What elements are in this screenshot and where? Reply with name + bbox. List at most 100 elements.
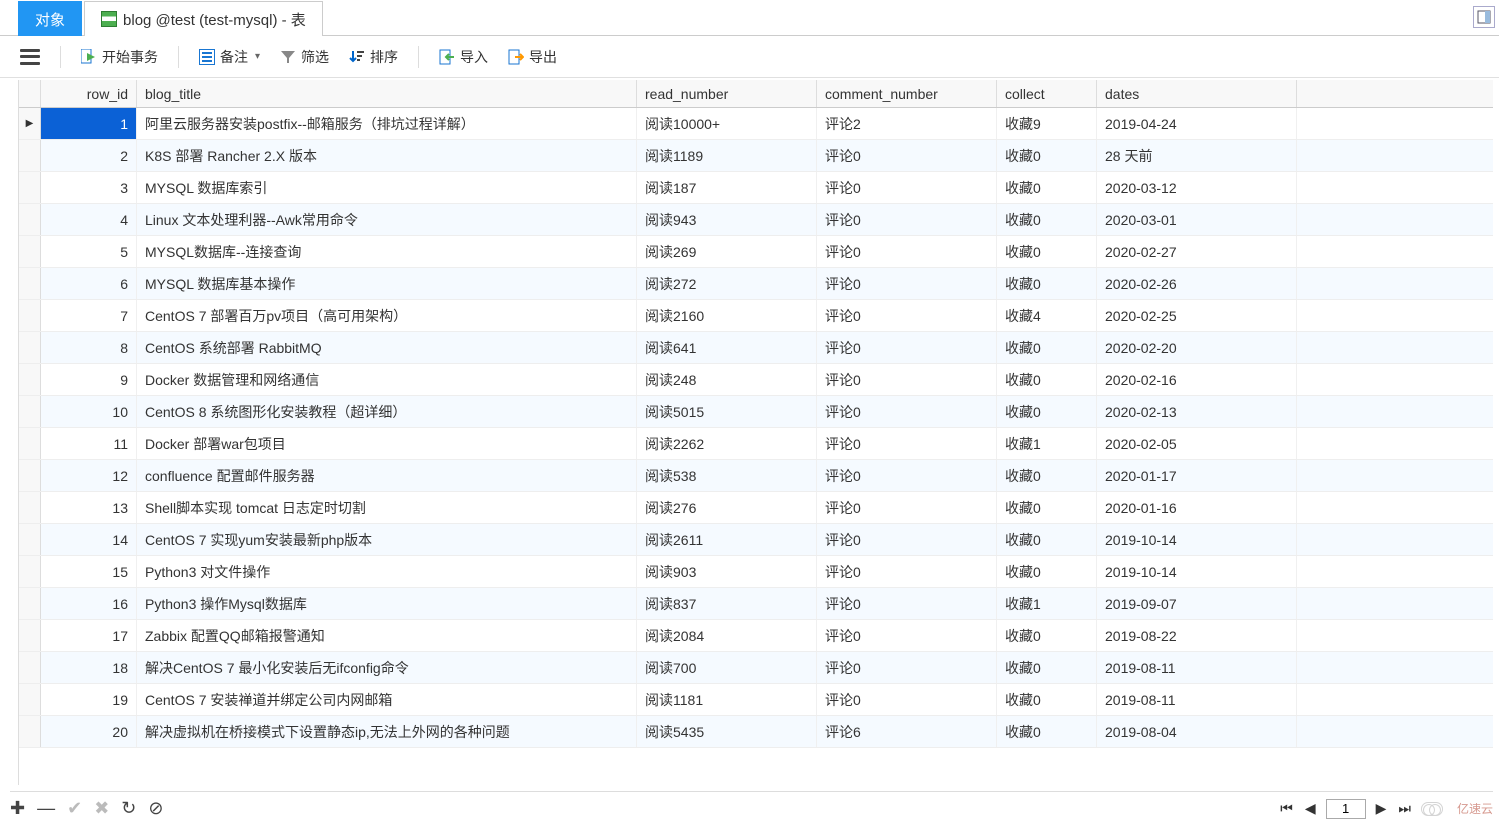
cell-dates[interactable]: 2019-08-22 <box>1097 620 1297 651</box>
cell-comment-number[interactable]: 评论0 <box>817 460 997 491</box>
cell-comment-number[interactable]: 评论0 <box>817 492 997 523</box>
col-row-id[interactable]: row_id <box>41 80 137 107</box>
col-dates[interactable]: dates <box>1097 80 1297 107</box>
cell-collect[interactable]: 收藏4 <box>997 300 1097 331</box>
cell-comment-number[interactable]: 评论0 <box>817 236 997 267</box>
cell-dates[interactable]: 2019-04-24 <box>1097 108 1297 139</box>
cell-blog-title[interactable]: Zabbix 配置QQ邮箱报警通知 <box>137 620 637 651</box>
import-button[interactable]: 导入 <box>431 43 496 71</box>
cell-collect[interactable]: 收藏0 <box>997 140 1097 171</box>
col-comment-number[interactable]: comment_number <box>817 80 997 107</box>
cell-collect[interactable]: 收藏0 <box>997 460 1097 491</box>
note-button[interactable]: 备注 ▾ <box>191 43 268 71</box>
table-row[interactable]: 12confluence 配置邮件服务器阅读538评论0收藏02020-01-1… <box>19 460 1493 492</box>
prev-page-button[interactable]: ◀ <box>1303 800 1318 817</box>
cell-collect[interactable]: 收藏0 <box>997 172 1097 203</box>
cell-dates[interactable]: 28 天前 <box>1097 140 1297 171</box>
panel-toggle-icon[interactable] <box>1473 6 1495 28</box>
cell-dates[interactable]: 2020-01-16 <box>1097 492 1297 523</box>
col-blog-title[interactable]: blog_title <box>137 80 637 107</box>
col-collect[interactable]: collect <box>997 80 1097 107</box>
table-row[interactable]: 11Docker 部署war包项目阅读2262评论0收藏12020-02-05 <box>19 428 1493 460</box>
cell-row-id[interactable]: 19 <box>41 684 137 715</box>
cell-comment-number[interactable]: 评论0 <box>817 332 997 363</box>
cell-row-id[interactable]: 1 <box>41 108 137 139</box>
cell-blog-title[interactable]: CentOS 7 部署百万pv项目（高可用架构） <box>137 300 637 331</box>
cell-comment-number[interactable]: 评论0 <box>817 588 997 619</box>
table-row[interactable]: 9Docker 数据管理和网络通信阅读248评论0收藏02020-02-16 <box>19 364 1493 396</box>
cell-dates[interactable]: 2019-08-11 <box>1097 684 1297 715</box>
cell-row-id[interactable]: 16 <box>41 588 137 619</box>
export-button[interactable]: 导出 <box>500 43 565 71</box>
cell-blog-title[interactable]: 阿里云服务器安装postfix--邮箱服务（排坑过程详解） <box>137 108 637 139</box>
cell-row-id[interactable]: 6 <box>41 268 137 299</box>
cell-read-number[interactable]: 阅读276 <box>637 492 817 523</box>
cell-blog-title[interactable]: 解决虚拟机在桥接模式下设置静态ip,无法上外网的各种问题 <box>137 716 637 747</box>
table-row[interactable]: 19CentOS 7 安装禅道并绑定公司内网邮箱阅读1181评论0收藏02019… <box>19 684 1493 716</box>
cell-comment-number[interactable]: 评论2 <box>817 108 997 139</box>
cell-read-number[interactable]: 阅读943 <box>637 204 817 235</box>
cell-blog-title[interactable]: CentOS 7 安装禅道并绑定公司内网邮箱 <box>137 684 637 715</box>
cell-read-number[interactable]: 阅读10000+ <box>637 108 817 139</box>
cell-collect[interactable]: 收藏1 <box>997 588 1097 619</box>
table-row[interactable]: 3MYSQL 数据库索引阅读187评论0收藏02020-03-12 <box>19 172 1493 204</box>
cell-read-number[interactable]: 阅读2084 <box>637 620 817 651</box>
cell-collect[interactable]: 收藏0 <box>997 556 1097 587</box>
cell-row-id[interactable]: 8 <box>41 332 137 363</box>
refresh-button[interactable]: ↻ <box>121 798 136 819</box>
cell-comment-number[interactable]: 评论0 <box>817 300 997 331</box>
cell-blog-title[interactable]: Linux 文本处理利器--Awk常用命令 <box>137 204 637 235</box>
cell-dates[interactable]: 2019-09-07 <box>1097 588 1297 619</box>
table-row[interactable]: 1阿里云服务器安装postfix--邮箱服务（排坑过程详解）阅读10000+评论… <box>19 108 1493 140</box>
cell-comment-number[interactable]: 评论0 <box>817 556 997 587</box>
cell-collect[interactable]: 收藏0 <box>997 364 1097 395</box>
table-row[interactable]: 18解决CentOS 7 最小化安装后无ifconfig命令阅读700评论0收藏… <box>19 652 1493 684</box>
cell-read-number[interactable]: 阅读248 <box>637 364 817 395</box>
table-row[interactable]: 16Python3 操作Mysql数据库阅读837评论0收藏12019-09-0… <box>19 588 1493 620</box>
cell-collect[interactable]: 收藏9 <box>997 108 1097 139</box>
begin-transaction-button[interactable]: 开始事务 <box>73 43 166 71</box>
cell-collect[interactable]: 收藏0 <box>997 492 1097 523</box>
cell-read-number[interactable]: 阅读272 <box>637 268 817 299</box>
table-row[interactable]: 17Zabbix 配置QQ邮箱报警通知阅读2084评论0收藏02019-08-2… <box>19 620 1493 652</box>
table-row[interactable]: 2K8S 部署 Rancher 2.X 版本阅读1189评论0收藏028 天前 <box>19 140 1493 172</box>
cell-blog-title[interactable]: Shell脚本实现 tomcat 日志定时切割 <box>137 492 637 523</box>
cell-row-id[interactable]: 5 <box>41 236 137 267</box>
cell-row-id[interactable]: 9 <box>41 364 137 395</box>
table-row[interactable]: 10CentOS 8 系统图形化安装教程（超详细）阅读5015评论0收藏0202… <box>19 396 1493 428</box>
cell-dates[interactable]: 2020-02-13 <box>1097 396 1297 427</box>
cell-row-id[interactable]: 10 <box>41 396 137 427</box>
cell-comment-number[interactable]: 评论0 <box>817 140 997 171</box>
cell-row-id[interactable]: 17 <box>41 620 137 651</box>
cell-read-number[interactable]: 阅读269 <box>637 236 817 267</box>
cell-comment-number[interactable]: 评论0 <box>817 524 997 555</box>
cell-collect[interactable]: 收藏0 <box>997 524 1097 555</box>
table-row[interactable]: 7CentOS 7 部署百万pv项目（高可用架构）阅读2160评论0收藏4202… <box>19 300 1493 332</box>
cell-collect[interactable]: 收藏0 <box>997 236 1097 267</box>
stop-button[interactable]: ⊘ <box>148 798 163 819</box>
cell-comment-number[interactable]: 评论0 <box>817 620 997 651</box>
cell-read-number[interactable]: 阅读641 <box>637 332 817 363</box>
cell-row-id[interactable]: 12 <box>41 460 137 491</box>
cell-row-id[interactable]: 13 <box>41 492 137 523</box>
cell-dates[interactable]: 2020-01-17 <box>1097 460 1297 491</box>
cell-collect[interactable]: 收藏0 <box>997 652 1097 683</box>
table-row[interactable]: 20解决虚拟机在桥接模式下设置静态ip,无法上外网的各种问题阅读5435评论6收… <box>19 716 1493 748</box>
cell-dates[interactable]: 2020-02-16 <box>1097 364 1297 395</box>
table-tab[interactable]: blog @test (test-mysql) - 表 <box>84 1 323 36</box>
table-row[interactable]: 13Shell脚本实现 tomcat 日志定时切割阅读276评论0收藏02020… <box>19 492 1493 524</box>
cell-collect[interactable]: 收藏0 <box>997 332 1097 363</box>
cell-collect[interactable]: 收藏0 <box>997 204 1097 235</box>
cell-collect[interactable]: 收藏0 <box>997 620 1097 651</box>
cell-blog-title[interactable]: confluence 配置邮件服务器 <box>137 460 637 491</box>
cell-comment-number[interactable]: 评论0 <box>817 684 997 715</box>
table-row[interactable]: 4Linux 文本处理利器--Awk常用命令阅读943评论0收藏02020-03… <box>19 204 1493 236</box>
cell-read-number[interactable]: 阅读2262 <box>637 428 817 459</box>
cell-dates[interactable]: 2020-02-26 <box>1097 268 1297 299</box>
cell-comment-number[interactable]: 评论0 <box>817 396 997 427</box>
cell-read-number[interactable]: 阅读538 <box>637 460 817 491</box>
menu-button[interactable] <box>12 45 48 69</box>
sort-button[interactable]: 排序 <box>341 43 406 71</box>
cell-dates[interactable]: 2020-03-01 <box>1097 204 1297 235</box>
cell-dates[interactable]: 2020-02-25 <box>1097 300 1297 331</box>
